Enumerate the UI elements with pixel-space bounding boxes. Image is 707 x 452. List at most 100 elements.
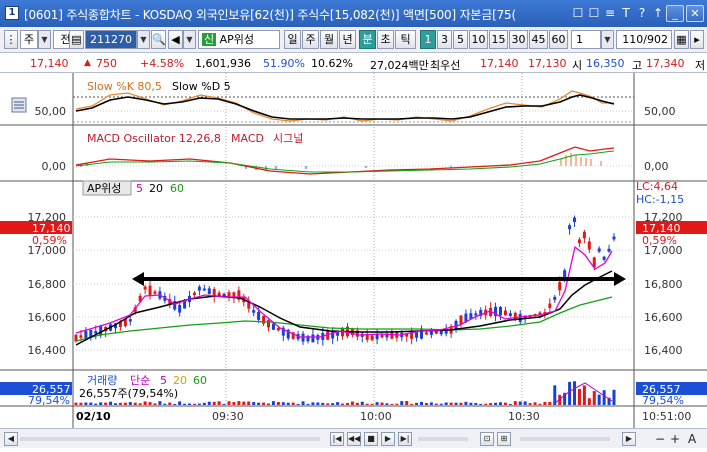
volume-bar	[494, 402, 498, 405]
volume-bar	[597, 394, 601, 405]
scroll-first-icon[interactable]: |◀	[330, 432, 344, 446]
scroll-next-icon[interactable]: ▶	[381, 432, 395, 446]
candle-body	[380, 334, 384, 338]
zoom-in-icon[interactable]: +	[670, 432, 680, 446]
volume-bar	[153, 403, 157, 405]
ytick-left-16600: 16,600	[28, 311, 67, 324]
volume-bar	[133, 402, 137, 405]
tab-month[interactable]: 월	[320, 30, 338, 49]
candle-body	[548, 303, 552, 308]
menu-icon[interactable]: ≡	[602, 5, 618, 21]
stock-code-input[interactable]: 211270	[85, 30, 137, 49]
volume-bar	[454, 402, 458, 405]
volume-bar	[523, 401, 527, 405]
volume-bar	[331, 403, 335, 405]
font-size-icon[interactable]: A	[688, 432, 696, 446]
volume: 1,601,936	[195, 57, 251, 70]
candle-body	[128, 319, 132, 322]
pin-icon[interactable]: ↑	[650, 5, 666, 21]
macd-osc-label: MACD Oscillator 12,26,8	[87, 132, 221, 145]
chevron-down-icon[interactable]: ▼	[183, 30, 196, 49]
stock-name-field[interactable]: 신 AP위성	[198, 30, 280, 49]
price-stock-name: AP위성	[87, 182, 121, 195]
volume-bar	[365, 403, 369, 405]
tab-day[interactable]: 일	[284, 30, 301, 49]
search-icon[interactable]: ▤	[69, 30, 84, 49]
interval-60[interactable]: 60	[549, 30, 568, 49]
chevron-down-icon[interactable]: ▼	[137, 30, 150, 49]
ytick-left-16400: 16,400	[28, 344, 67, 357]
volume-bar	[395, 403, 399, 405]
help-icon[interactable]: ?	[634, 5, 650, 21]
volume-bar	[513, 401, 517, 405]
volume-bar	[178, 401, 182, 405]
stop-icon[interactable]: ■	[364, 432, 378, 446]
volume-bar	[489, 403, 493, 405]
link-icon[interactable]: ☐	[570, 5, 586, 21]
range-track[interactable]	[520, 437, 610, 441]
panel-settings-icon[interactable]	[11, 97, 27, 113]
interval-10[interactable]: 10	[469, 30, 488, 49]
tab-week[interactable]: 주	[302, 30, 319, 49]
interval-15[interactable]: 15	[489, 30, 508, 49]
signal-label: 시그널	[273, 132, 303, 145]
interval-30[interactable]: 30	[509, 30, 528, 49]
scroll-track[interactable]	[20, 437, 320, 441]
chart-area[interactable]: Slow %K 80,5 Slow %D 5 50,00 50,00 MACD …	[0, 73, 707, 428]
candle-body	[573, 217, 577, 223]
scroll-prev-icon[interactable]: ◀◀	[347, 432, 361, 446]
font-icon[interactable]: T	[618, 5, 634, 21]
interval-45[interactable]: 45	[529, 30, 548, 49]
zoom-fit-icon[interactable]: ⊡	[480, 432, 494, 446]
market-select[interactable]: 주	[20, 30, 38, 49]
volume-bar	[444, 402, 448, 405]
xaxis-current-time: 10:51:00	[642, 410, 691, 423]
interval-select[interactable]: 1	[571, 30, 601, 49]
chart-svg[interactable]: Slow %K 80,5 Slow %D 5 50,00 50,00 MACD …	[0, 73, 707, 428]
chart-scrollbar[interactable]: ◀ |◀ ◀◀ ■ ▶ ▶| ⊡ ⊞ ▶ − + A	[0, 428, 707, 448]
candle-body	[202, 288, 206, 291]
tab-year[interactable]: 년	[339, 30, 356, 49]
volume-bar	[128, 402, 132, 405]
volume-bar	[420, 401, 424, 405]
xaxis-tick-1030: 10:30	[508, 410, 540, 423]
tab-tick[interactable]: 틱	[395, 30, 416, 49]
interval-1[interactable]: 1	[420, 30, 436, 49]
candle-body	[192, 292, 196, 296]
volume-bar	[306, 403, 310, 405]
scroll-right-icon[interactable]: ▶	[622, 432, 636, 446]
magnifier-icon[interactable]: 🔍	[151, 30, 166, 49]
zoom-track[interactable]	[418, 437, 468, 441]
interval-3[interactable]: 3	[437, 30, 452, 49]
minimize-button[interactable]: _	[666, 5, 684, 22]
zoom-out-icon[interactable]: −	[655, 432, 665, 446]
zoom-area-icon[interactable]: ⊞	[497, 432, 511, 446]
scroll-last-icon[interactable]: ▶|	[398, 432, 412, 446]
volume-bar	[543, 401, 547, 405]
volume-bar	[345, 402, 349, 405]
screen-icon[interactable]: ☐	[586, 5, 602, 21]
toolbar-grip-icon[interactable]: ⋮	[4, 30, 18, 49]
count-field[interactable]: 110/902	[616, 30, 672, 49]
chevron-down-icon[interactable]: ▼	[601, 30, 614, 49]
candle-body	[503, 310, 507, 316]
volume-bar	[222, 403, 226, 405]
macd-axis-left: 0,00	[42, 160, 67, 173]
close-button[interactable]: ✕	[686, 5, 704, 22]
candle-body	[582, 231, 586, 239]
best-ask: 17,130	[528, 57, 567, 70]
high-price: 17,340	[646, 57, 685, 70]
tab-minute[interactable]: 분	[359, 30, 376, 49]
candle-body	[276, 328, 280, 331]
more-icon[interactable]: ▸	[690, 30, 704, 49]
scroll-left-icon[interactable]: ◀	[4, 432, 18, 446]
chevron-down-icon[interactable]: ▼	[38, 30, 51, 49]
interval-5[interactable]: 5	[453, 30, 468, 49]
xaxis-tick-0930: 09:30	[212, 410, 244, 423]
tab-second[interactable]: 초	[377, 30, 394, 49]
candle-body	[247, 302, 251, 309]
ytick-right-16400: 16,400	[644, 344, 683, 357]
high-label: 고	[632, 59, 643, 72]
grid-icon[interactable]: ▦	[674, 30, 689, 49]
speaker-icon[interactable]: ◀	[168, 30, 183, 49]
